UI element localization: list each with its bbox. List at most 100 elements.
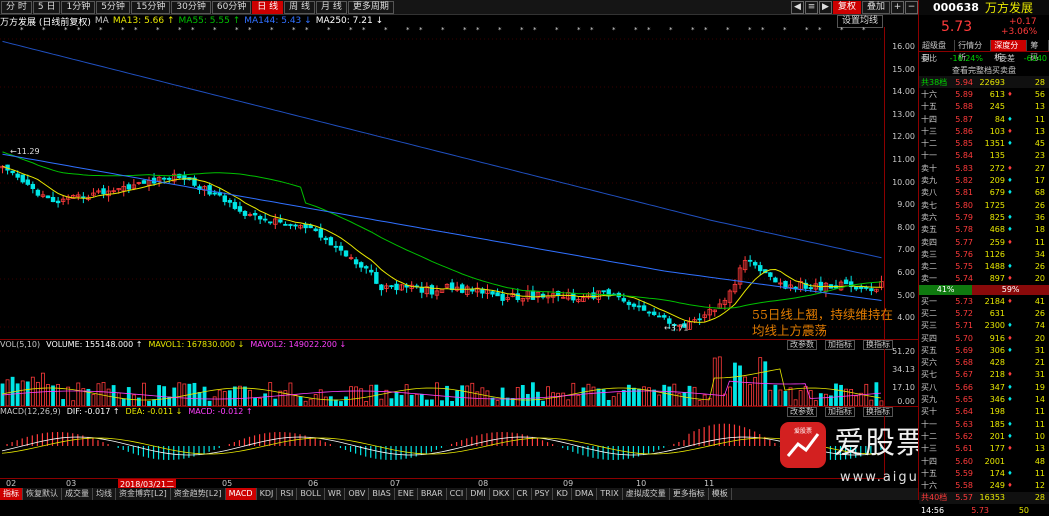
event-marker-icon[interactable]: * xyxy=(134,27,138,34)
candle[interactable] xyxy=(343,250,349,257)
candle[interactable] xyxy=(843,279,849,285)
indicator-tab[interactable]: KDJ xyxy=(257,488,278,500)
price-chart[interactable]: * * * * * * * * * * * * * * * * * * * * * * * * * * * * * * * * * * * * * * * *… xyxy=(0,27,884,339)
candle[interactable] xyxy=(338,245,344,251)
event-marker-icon[interactable]: * xyxy=(99,27,103,34)
period-tab[interactable]: 分 时 xyxy=(1,0,32,14)
candle[interactable] xyxy=(662,315,667,318)
candle[interactable] xyxy=(35,189,41,196)
candle[interactable] xyxy=(212,192,217,195)
adjust-dropdown[interactable]: 复权 xyxy=(832,0,861,14)
candle[interactable] xyxy=(207,185,212,195)
candle[interactable] xyxy=(293,224,298,227)
indicator-tab[interactable]: OBV xyxy=(345,488,370,500)
candle[interactable] xyxy=(318,228,323,238)
candle[interactable] xyxy=(379,284,384,291)
candle[interactable] xyxy=(808,287,813,290)
menu-icon[interactable]: ≡ xyxy=(804,0,818,14)
vol-edit-params-button[interactable]: 改参数 xyxy=(787,339,817,350)
panel-tab[interactable]: 行情分析 xyxy=(955,40,992,62)
candle[interactable] xyxy=(237,206,243,212)
macd-switch-indicator-button[interactable]: 换指标 xyxy=(863,406,893,417)
period-tab[interactable]: 60分钟 xyxy=(211,0,252,14)
indicator-tab[interactable]: RSI xyxy=(277,488,298,500)
candle[interactable] xyxy=(278,219,283,223)
candle[interactable] xyxy=(641,305,647,311)
candle[interactable] xyxy=(20,174,25,183)
period-tab[interactable]: 更多周期 xyxy=(347,0,394,14)
indicator-tab[interactable]: 资金博弈[L2] xyxy=(116,488,171,500)
candle[interactable] xyxy=(621,298,627,302)
event-marker-icon[interactable]: * xyxy=(783,27,787,34)
candle[interactable] xyxy=(768,272,773,277)
candle[interactable] xyxy=(651,311,657,316)
indicator-tab[interactable]: DKX xyxy=(490,488,514,500)
event-marker-icon[interactable]: * xyxy=(77,27,81,34)
vol-add-indicator-button[interactable]: 加指标 xyxy=(825,339,855,350)
event-marker-icon[interactable]: * xyxy=(121,27,125,34)
candle[interactable] xyxy=(773,277,778,283)
candle[interactable] xyxy=(419,287,424,293)
candle[interactable] xyxy=(126,184,132,190)
candle[interactable] xyxy=(323,237,329,241)
indicator-tab[interactable]: KD xyxy=(553,488,572,500)
candle[interactable] xyxy=(752,262,758,266)
candle[interactable] xyxy=(268,221,273,224)
candle[interactable] xyxy=(460,284,465,293)
candle[interactable] xyxy=(288,224,293,226)
candle[interactable] xyxy=(232,202,238,209)
candle[interactable] xyxy=(55,200,61,204)
candle[interactable] xyxy=(500,293,505,301)
candle[interactable] xyxy=(313,228,318,232)
candle[interactable] xyxy=(374,272,379,284)
period-tab[interactable]: 1分钟 xyxy=(61,0,96,14)
candle[interactable] xyxy=(333,245,339,248)
event-marker-icon[interactable]: * xyxy=(726,27,730,34)
indicator-tab[interactable]: 虚拟成交量 xyxy=(623,488,670,500)
vol-switch-indicator-button[interactable]: 换指标 xyxy=(863,339,893,350)
overlay-dropdown[interactable]: 叠加 xyxy=(861,0,890,14)
indicator-tab[interactable]: 资金趋势[L2] xyxy=(171,488,226,500)
event-marker-icon[interactable]: * xyxy=(520,27,524,34)
candle[interactable] xyxy=(242,211,248,216)
indicator-tab[interactable]: TRIX xyxy=(597,488,623,500)
zoom-out-icon[interactable]: − xyxy=(905,0,918,14)
candle[interactable] xyxy=(626,301,632,306)
event-marker-icon[interactable]: * xyxy=(590,27,594,34)
event-marker-icon[interactable]: * xyxy=(362,27,366,34)
candle[interactable] xyxy=(45,195,51,199)
period-tab[interactable]: 日 线 xyxy=(252,0,284,14)
event-marker-icon[interactable]: * xyxy=(292,27,296,34)
candle[interactable] xyxy=(257,216,263,220)
event-marker-icon[interactable]: * xyxy=(612,27,616,34)
event-marker-icon[interactable]: * xyxy=(634,27,638,34)
event-marker-icon[interactable]: * xyxy=(647,27,651,34)
event-marker-icon[interactable]: * xyxy=(805,27,809,34)
indicator-tab[interactable]: BIAS xyxy=(369,488,395,500)
indicator-tab[interactable]: MACD xyxy=(225,488,257,500)
candle[interactable] xyxy=(364,266,369,269)
event-marker-icon[interactable]: * xyxy=(533,27,537,34)
indicator-tab[interactable]: 均线 xyxy=(93,488,116,500)
full-depth-link[interactable]: 查看完整档买卖盘 xyxy=(919,64,1049,76)
indicator-tab[interactable]: CCI xyxy=(447,488,468,500)
candle[interactable] xyxy=(601,290,606,293)
candle[interactable] xyxy=(747,259,753,262)
candle[interactable] xyxy=(429,285,435,295)
event-marker-icon[interactable]: * xyxy=(669,27,673,34)
panel-tab[interactable]: 筹码 xyxy=(1027,40,1049,62)
candle[interactable] xyxy=(636,305,642,308)
event-marker-icon[interactable]: * xyxy=(862,27,866,34)
candle[interactable] xyxy=(101,188,106,195)
candle[interactable] xyxy=(515,293,520,301)
period-tab[interactable]: 月 线 xyxy=(316,0,347,14)
event-marker-icon[interactable]: * xyxy=(476,27,480,34)
event-marker-icon[interactable]: * xyxy=(213,27,217,34)
indicator-tab[interactable]: 成交量 xyxy=(62,488,93,500)
indicator-tab[interactable]: DMI xyxy=(467,488,490,500)
period-tab[interactable]: 30分钟 xyxy=(171,0,211,14)
event-marker-icon[interactable]: * xyxy=(840,27,844,34)
candle[interactable] xyxy=(758,265,763,272)
candle[interactable] xyxy=(571,292,576,301)
candle[interactable] xyxy=(303,223,308,229)
